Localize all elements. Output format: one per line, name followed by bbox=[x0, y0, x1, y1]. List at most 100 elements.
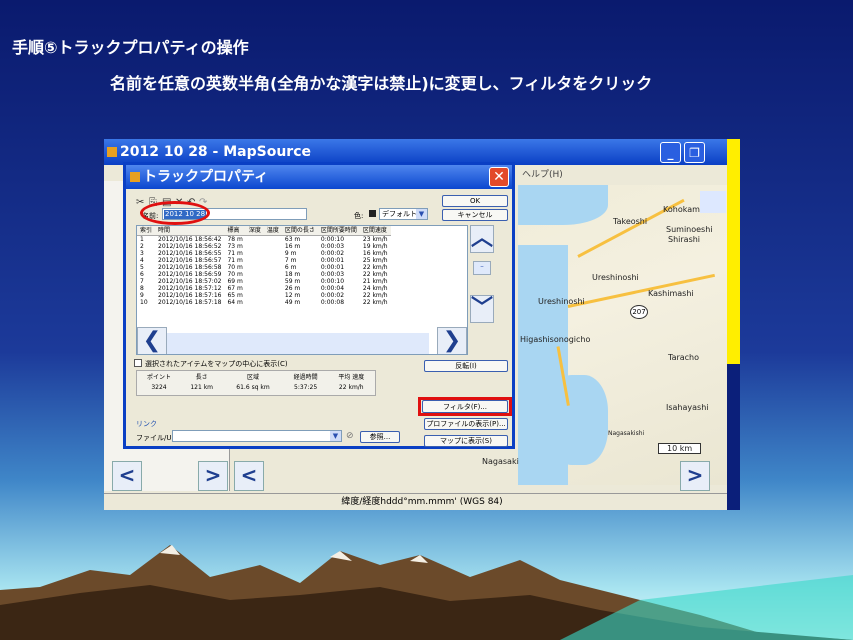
table-row[interactable]: 2 2012/10/16 18:56:52 73 m 16 m 0:00:03 19 km… bbox=[137, 243, 391, 250]
dialog-title: トラックプロパティ bbox=[143, 169, 269, 185]
table-row[interactable]: 6 2012/10/16 18:56:59 70 m 18 m 0:00:03 22 km… bbox=[137, 271, 391, 278]
map-label: Taracho bbox=[668, 353, 700, 362]
table-header[interactable]: 区間速度 bbox=[359, 226, 391, 236]
mountain-landscape bbox=[0, 545, 853, 640]
map-scale: 10 km bbox=[658, 443, 702, 454]
track-properties-dialog: トラックプロパティ ✕ ✂ ⎘ ▤ ✕ ↶ ↷ OK キャンセル 名前: 201… bbox=[123, 162, 515, 449]
table-header[interactable]: 区間の長さ bbox=[281, 226, 318, 236]
color-select[interactable]: デフォルト ▼ bbox=[379, 208, 428, 220]
table-cell bbox=[264, 271, 282, 278]
menu-help[interactable]: ヘルプ(H) bbox=[522, 167, 563, 180]
table-cell: 23 km/h bbox=[362, 236, 388, 243]
table-cell bbox=[246, 292, 264, 299]
table-cell: 6 m bbox=[284, 264, 297, 271]
table-cell: 8 bbox=[140, 285, 144, 292]
table-cell: 0:00:03 bbox=[320, 271, 345, 278]
table-header[interactable]: 時間 bbox=[155, 226, 225, 236]
table-row[interactable]: 5 2012/10/16 18:56:58 70 m 6 m 0:00:01 22 km/… bbox=[137, 264, 391, 271]
track-points-table[interactable]: 索引 時間 標高 深度 温度 区間の長さ 区間所要時間 区間速度 1 2012/10/16 18… bbox=[136, 225, 468, 355]
table-cell: 0:00:10 bbox=[320, 278, 345, 285]
map-nav-right-button[interactable]: > bbox=[680, 461, 710, 491]
table-cell bbox=[264, 250, 282, 257]
slide-decor-strip bbox=[727, 139, 740, 364]
color-label: 色: bbox=[354, 212, 364, 220]
table-row[interactable]: 9 2012/10/16 18:57:16 65 m 12 m 0:00:02 22 km… bbox=[137, 292, 391, 299]
profile-button[interactable]: プロファイルの表示(P)... bbox=[424, 418, 508, 430]
track-icon bbox=[130, 172, 140, 182]
table-header[interactable]: 索引 bbox=[137, 226, 156, 236]
cut-icon[interactable]: ✂ bbox=[136, 197, 144, 208]
table-header[interactable]: 深度 bbox=[245, 226, 264, 236]
table-scroll-left-icon[interactable]: ❮ bbox=[137, 327, 167, 354]
summary-value: 22 km/h bbox=[338, 384, 364, 391]
table-cell: 2012/10/16 18:56:57 bbox=[158, 257, 222, 264]
chevron-down-icon[interactable]: ▼ bbox=[330, 431, 341, 441]
table-cell: 67 m bbox=[227, 285, 243, 292]
table-cell: 16 m bbox=[284, 243, 301, 250]
table-row[interactable]: 1 2012/10/16 18:56:42 78 m 63 m 0:00:10 23 km… bbox=[137, 236, 391, 244]
summary-value: 3224 bbox=[151, 384, 167, 391]
minimize-button[interactable]: _ bbox=[660, 142, 681, 163]
table-cell: 22 km/h bbox=[362, 299, 388, 306]
center-map-checkbox[interactable] bbox=[134, 359, 142, 367]
restore-button[interactable]: ❐ bbox=[684, 142, 705, 163]
map-nav-left-button[interactable]: < bbox=[234, 461, 264, 491]
chevron-down-icon: ▼ bbox=[416, 209, 427, 219]
table-row[interactable]: 8 2012/10/16 18:57:12 67 m 26 m 0:00:04 24 km… bbox=[137, 285, 391, 292]
sea-area bbox=[518, 185, 608, 225]
table-cell: 0:00:02 bbox=[320, 250, 345, 257]
table-row[interactable]: 7 2012/10/16 18:57:02 69 m 59 m 0:00:10 21 km… bbox=[137, 278, 391, 285]
summary-header: 区域 bbox=[247, 374, 260, 381]
table-header[interactable]: 区間所要時間 bbox=[317, 226, 360, 236]
table-cell bbox=[264, 236, 282, 244]
scrollbar-thumb[interactable]: – bbox=[473, 261, 491, 275]
map-label: Suminoeshi bbox=[666, 225, 713, 234]
table-cell: 21 km/h bbox=[362, 278, 388, 285]
table-cell bbox=[264, 292, 282, 299]
map-scroll-up-button[interactable] bbox=[700, 191, 726, 213]
table-cell: 22 km/h bbox=[362, 264, 388, 271]
table-cell: 25 km/h bbox=[362, 257, 388, 264]
browse-button[interactable]: 参照... bbox=[360, 431, 400, 443]
close-icon[interactable]: ✕ bbox=[489, 167, 509, 187]
table-scroll-up-icon[interactable]: ︿ bbox=[470, 225, 494, 253]
map-label: Takeoshi bbox=[613, 217, 648, 226]
table-cell: 2012/10/16 18:57:18 bbox=[158, 299, 222, 306]
table-cell bbox=[246, 264, 264, 271]
table-cell: 49 m bbox=[284, 299, 301, 306]
highlight-rect bbox=[418, 397, 512, 416]
table-cell: 18 m bbox=[284, 271, 301, 278]
table-header[interactable]: 温度 bbox=[263, 226, 282, 236]
color-swatch bbox=[369, 210, 376, 217]
table-cell: 2 bbox=[140, 243, 144, 250]
table-scroll-right-icon[interactable]: ❯ bbox=[437, 327, 467, 354]
color-value: デフォルト bbox=[382, 210, 417, 218]
open-link-icon[interactable]: ⊘ bbox=[346, 431, 354, 441]
table-cell: 59 m bbox=[284, 278, 301, 285]
cancel-button[interactable]: キャンセル bbox=[442, 209, 508, 221]
table-cell: 26 m bbox=[284, 285, 301, 292]
table-row[interactable]: 3 2012/10/16 18:56:55 71 m 9 m 0:00:02 16 km/… bbox=[137, 250, 391, 257]
ok-button[interactable]: OK bbox=[442, 195, 508, 207]
invert-button[interactable]: 反転(I) bbox=[424, 360, 508, 372]
table-cell: 2012/10/16 18:56:59 bbox=[158, 271, 222, 278]
route-badge: 207 bbox=[630, 305, 648, 319]
table-cell: 2012/10/16 18:57:02 bbox=[158, 278, 222, 285]
map-label: Higashisonogicho bbox=[520, 335, 591, 344]
nav-left-button[interactable]: < bbox=[112, 461, 142, 491]
table-cell: 69 m bbox=[227, 278, 243, 285]
table-cell: 2012/10/16 18:57:12 bbox=[158, 285, 222, 292]
table-row[interactable]: 10 2012/10/16 18:57:18 64 m 49 m 0:00:08 22 k… bbox=[137, 299, 391, 306]
show-on-map-button[interactable]: マップに表示(S) bbox=[424, 435, 508, 447]
table-cell: 78 m bbox=[227, 236, 243, 243]
table-cell bbox=[264, 243, 282, 250]
table-scroll-down-icon[interactable]: ﹀ bbox=[470, 295, 494, 323]
map-view[interactable]: Kohokamachi Takeoshi Suminoeshi Shirashi… bbox=[518, 185, 728, 485]
file-url-input[interactable]: ▼ bbox=[172, 430, 342, 442]
table-cell: 4 bbox=[140, 257, 144, 264]
nav-right-button[interactable]: > bbox=[198, 461, 228, 491]
table-cell: 9 bbox=[140, 292, 144, 299]
summary-header: 経過時間 bbox=[293, 374, 318, 381]
table-row[interactable]: 4 2012/10/16 18:56:57 71 m 7 m 0:00:01 25 km/… bbox=[137, 257, 391, 264]
table-header[interactable]: 標高 bbox=[224, 226, 246, 236]
